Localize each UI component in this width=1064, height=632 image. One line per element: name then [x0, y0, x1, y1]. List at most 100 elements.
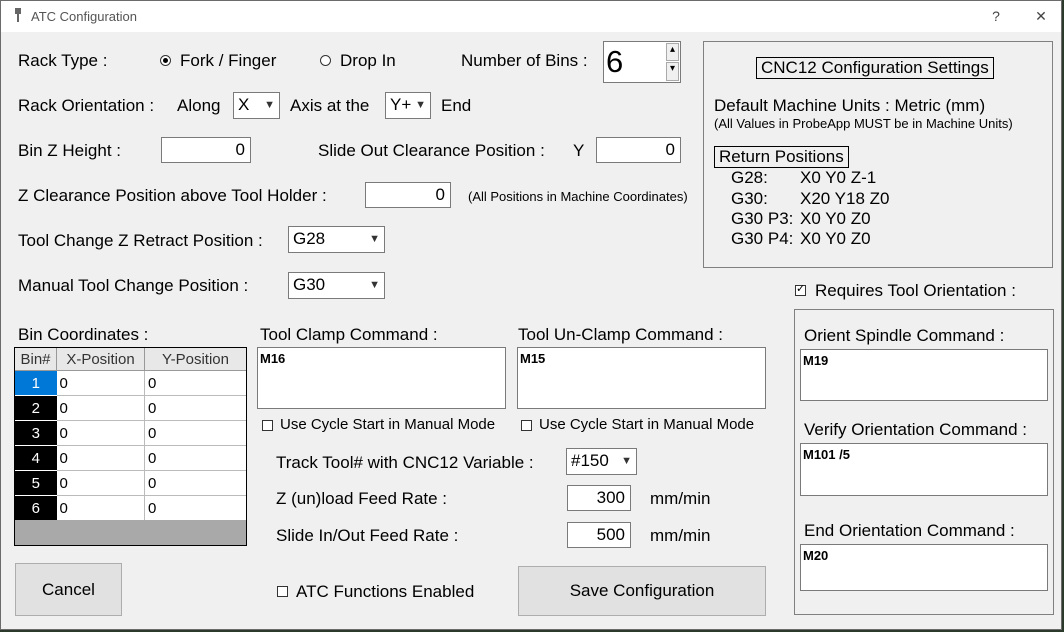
x-position-cell[interactable]: 0: [56, 470, 145, 496]
g30p4-values: X0 Y0 Z0: [800, 229, 871, 248]
coordinates-note: (All Positions in Machine Coordinates): [468, 189, 688, 204]
cnc12-settings-title: CNC12 Configuration Settings: [756, 57, 994, 79]
x-position-cell[interactable]: 0: [56, 420, 145, 446]
tool-change-z-value: G28: [293, 229, 326, 248]
cancel-button[interactable]: Cancel: [15, 563, 122, 616]
y-position-cell[interactable]: 0: [144, 370, 246, 396]
drop-in-label[interactable]: Drop In: [340, 51, 396, 71]
table-row[interactable]: 5 0 0: [15, 470, 246, 496]
axis-dropdown[interactable]: X ▼: [233, 92, 280, 119]
fork-finger-label[interactable]: Fork / Finger: [180, 51, 276, 71]
tool-change-z-dropdown[interactable]: G28 ▼: [288, 226, 385, 253]
bin-coordinates-table: Bin# X-Position Y-Position 1 0 0 2 0 0 3…: [15, 348, 246, 520]
bin-coordinates-grid[interactable]: Bin# X-Position Y-Position 1 0 0 2 0 0 3…: [14, 347, 247, 546]
drop-in-radio[interactable]: [320, 55, 331, 66]
y-position-header: Y-Position: [144, 348, 246, 371]
slide-out-axis-label: Y: [573, 141, 585, 160]
axis-value: X: [238, 95, 250, 114]
x-position-cell[interactable]: 0: [56, 445, 145, 471]
g28-values: X0 Y0 Z-1: [800, 168, 877, 187]
bin-number-cell: 6: [15, 495, 57, 520]
g30p4-name: G30 P4:: [731, 229, 794, 248]
track-tool-label: Track Tool# with CNC12 Variable :: [276, 453, 534, 472]
along-label: Along: [177, 96, 221, 115]
manual-tool-change-dropdown[interactable]: G30 ▼: [288, 272, 385, 299]
manual-tool-change-value: G30: [293, 275, 326, 294]
bins-up-button[interactable]: ▴: [666, 43, 679, 61]
orientation-panel: Orient Spindle Command : M19 Verify Orie…: [794, 309, 1054, 615]
save-configuration-button[interactable]: Save Configuration: [518, 566, 766, 616]
g30-name: G30:: [731, 189, 768, 208]
table-row[interactable]: 3 0 0: [15, 420, 246, 446]
y-position-cell[interactable]: 0: [144, 395, 246, 421]
y-position-cell[interactable]: 0: [144, 495, 246, 520]
bin-coordinates-label: Bin Coordinates :: [18, 325, 149, 344]
bin-number-cell: 1: [15, 370, 57, 396]
end-label: End: [441, 96, 472, 115]
tool-clamp-field[interactable]: M16: [257, 347, 506, 409]
return-positions-title: Return Positions: [714, 146, 849, 168]
help-button[interactable]: ?: [981, 5, 1011, 27]
x-position-header: X-Position: [56, 348, 145, 371]
rack-type-label: Rack Type :: [18, 51, 108, 70]
unclamp-cycle-start-label[interactable]: Use Cycle Start in Manual Mode: [539, 416, 754, 433]
clamp-cycle-start-label[interactable]: Use Cycle Start in Manual Mode: [280, 416, 495, 433]
end-orientation-field[interactable]: M20: [800, 544, 1048, 591]
chevron-down-icon: ▼: [415, 99, 426, 111]
chevron-down-icon: ▼: [621, 455, 632, 467]
slide-out-field[interactable]: 0: [596, 137, 681, 163]
atc-enabled-checkbox[interactable]: [277, 586, 288, 597]
number-of-bins-label: Number of Bins :: [461, 51, 588, 70]
g30p3-values: X0 Y0 Z0: [800, 209, 871, 228]
bin-number-cell: 3: [15, 420, 57, 446]
table-row[interactable]: 6 0 0: [15, 495, 246, 520]
x-position-cell[interactable]: 0: [56, 495, 145, 520]
x-position-cell[interactable]: 0: [56, 370, 145, 396]
table-row[interactable]: 1 0 0: [15, 370, 246, 396]
app-icon: [15, 8, 21, 22]
table-row[interactable]: 2 0 0: [15, 395, 246, 421]
y-position-cell[interactable]: 0: [144, 470, 246, 496]
tool-unclamp-field[interactable]: M15: [517, 347, 766, 409]
g30-values: X20 Y18 Z0: [800, 189, 890, 208]
chevron-down-icon: ▼: [369, 279, 380, 291]
axis-at-label: Axis at the: [290, 96, 370, 115]
requires-orientation-label[interactable]: Requires Tool Orientation :: [815, 281, 1016, 301]
end-dropdown[interactable]: Y+ ▼: [385, 92, 431, 119]
verify-orientation-label: Verify Orientation Command :: [804, 420, 1027, 439]
verify-orientation-field[interactable]: M101 /5: [800, 443, 1048, 496]
z-feed-label: Z (un)load Feed Rate :: [276, 489, 448, 508]
table-row[interactable]: 4 0 0: [15, 445, 246, 471]
bin-number-cell: 2: [15, 395, 57, 421]
slide-feed-field[interactable]: 500: [567, 522, 631, 548]
orient-spindle-label: Orient Spindle Command :: [804, 326, 1005, 345]
cnc12-settings-panel: CNC12 Configuration Settings Default Mac…: [703, 41, 1053, 268]
slide-feed-label: Slide In/Out Feed Rate :: [276, 526, 459, 545]
x-position-cell[interactable]: 0: [56, 395, 145, 421]
tool-unclamp-label: Tool Un-Clamp Command :: [518, 325, 724, 344]
units-note: (All Values in ProbeApp MUST be in Machi…: [714, 116, 1013, 131]
requires-orientation-checkbox[interactable]: [795, 282, 806, 296]
z-clearance-field[interactable]: 0: [365, 182, 451, 208]
unclamp-cycle-start-checkbox[interactable]: [521, 420, 532, 431]
z-feed-field[interactable]: 300: [567, 485, 631, 511]
y-position-cell[interactable]: 0: [144, 445, 246, 471]
slide-out-label: Slide Out Clearance Position :: [318, 141, 545, 160]
track-tool-dropdown[interactable]: #150 ▼: [566, 448, 637, 475]
clamp-cycle-start-checkbox[interactable]: [262, 420, 273, 431]
atc-enabled-label[interactable]: ATC Functions Enabled: [296, 582, 474, 602]
track-tool-value: #150: [571, 451, 609, 470]
bin-z-height-field[interactable]: 0: [161, 137, 251, 163]
bins-down-button[interactable]: ▾: [666, 62, 679, 81]
fork-finger-radio[interactable]: [160, 55, 171, 66]
y-position-cell[interactable]: 0: [144, 420, 246, 446]
orient-spindle-field[interactable]: M19: [800, 349, 1048, 401]
bin-z-height-label: Bin Z Height :: [18, 141, 121, 160]
close-button[interactable]: ✕: [1026, 5, 1056, 27]
tool-change-z-label: Tool Change Z Retract Position :: [18, 231, 263, 250]
tool-clamp-label: Tool Clamp Command :: [260, 325, 438, 344]
number-of-bins-stepper[interactable]: 6 ▴ ▾: [603, 41, 681, 83]
end-value: Y+: [390, 95, 412, 114]
manual-tool-change-label: Manual Tool Change Position :: [18, 276, 249, 295]
number-of-bins-value: 6: [606, 44, 624, 79]
